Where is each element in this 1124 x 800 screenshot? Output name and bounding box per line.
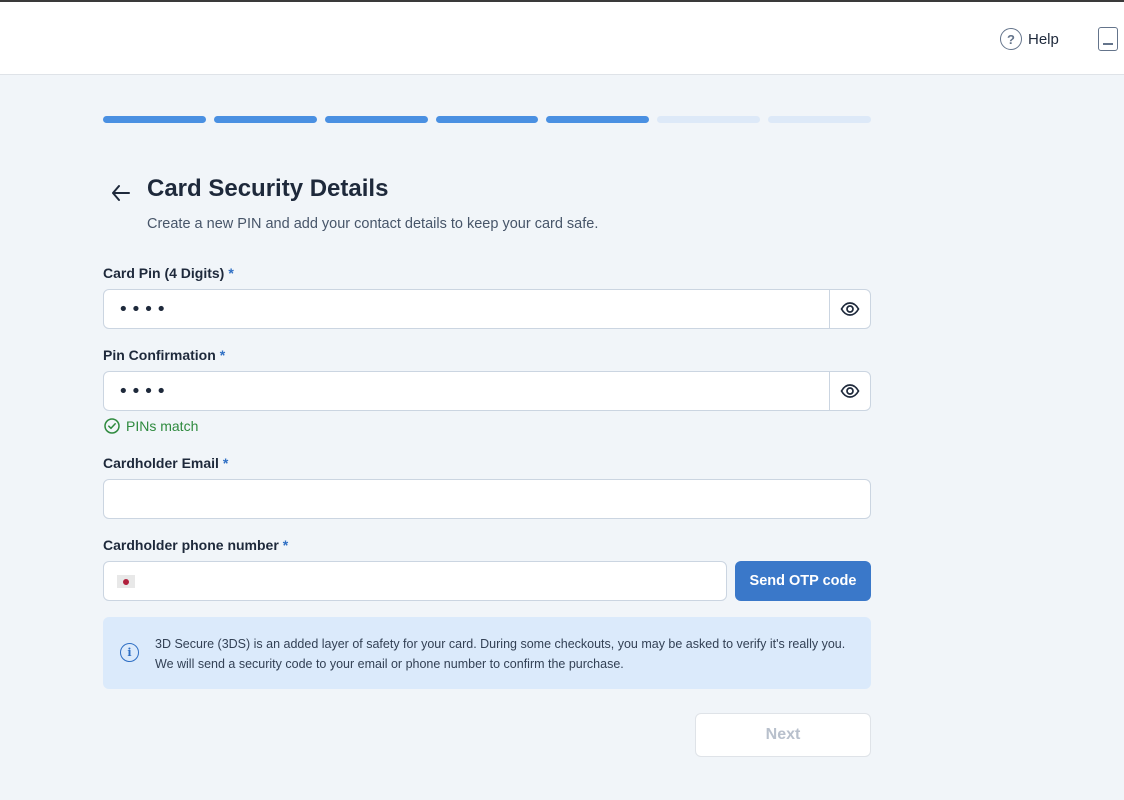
card-pin-label: Card Pin (4 Digits) * <box>103 265 234 281</box>
info-box: i 3D Secure (3DS) is an added layer of s… <box>103 617 871 689</box>
page-subtitle: Create a new PIN and add your contact de… <box>147 216 599 232</box>
card-pin-input[interactable] <box>104 290 830 328</box>
pin-confirmation-label: Pin Confirmation * <box>103 347 226 363</box>
send-otp-button[interactable]: Send OTP code <box>735 561 871 601</box>
back-button[interactable] <box>108 180 134 206</box>
email-input[interactable] <box>104 480 870 518</box>
page-title: Card Security Details <box>147 175 389 202</box>
eye-icon <box>840 302 860 316</box>
required-mark: * <box>219 347 226 363</box>
phone-field <box>103 561 727 601</box>
email-label: Cardholder Email * <box>103 455 229 471</box>
phone-label: Cardholder phone number * <box>103 537 289 553</box>
japan-flag-icon[interactable] <box>117 575 135 588</box>
top-bar: ? Help <box>0 0 1124 75</box>
help-label: Help <box>1028 30 1059 48</box>
progress-step <box>213 116 317 123</box>
question-circle-icon: ? <box>1000 28 1022 50</box>
sidebar-panel-icon[interactable] <box>1098 27 1118 51</box>
progress-step <box>435 116 539 123</box>
required-mark: * <box>228 265 234 281</box>
info-text: 3D Secure (3DS) is an added layer of saf… <box>155 637 846 671</box>
progress-step <box>324 116 428 123</box>
pin-match-text: PINs match <box>126 418 199 434</box>
progress-step <box>657 116 761 123</box>
phone-input[interactable] <box>144 562 714 600</box>
pin-match-status: PINs match <box>104 418 198 434</box>
eye-icon <box>840 384 860 398</box>
toggle-confirmation-visibility-button[interactable] <box>829 372 870 410</box>
arrow-left-icon <box>112 185 130 201</box>
card-pin-field <box>103 289 871 329</box>
info-icon: i <box>120 643 139 662</box>
progress-step <box>768 116 871 123</box>
required-mark: * <box>222 455 229 471</box>
pin-confirmation-field <box>103 371 871 411</box>
step-progress-bar <box>103 116 871 123</box>
check-circle-icon <box>104 418 120 434</box>
required-mark: * <box>282 537 289 553</box>
toggle-pin-visibility-button[interactable] <box>829 290 870 328</box>
next-button[interactable]: Next <box>695 713 871 757</box>
help-button[interactable]: ? Help <box>1000 27 1059 51</box>
progress-step <box>546 116 650 123</box>
pin-confirmation-input[interactable] <box>104 372 830 410</box>
email-field <box>103 479 871 519</box>
progress-step <box>103 116 206 123</box>
